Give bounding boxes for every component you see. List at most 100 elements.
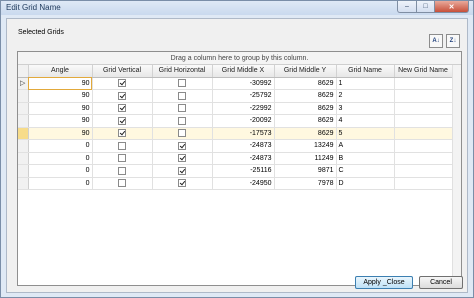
new-grid-name-cell[interactable] xyxy=(394,139,453,153)
angle-cell[interactable]: 90 xyxy=(28,114,93,128)
grid-middle-x-cell[interactable]: -20092 xyxy=(212,114,275,128)
grid-name-cell[interactable]: C xyxy=(336,164,395,178)
angle-cell[interactable]: 90 xyxy=(28,102,93,115)
grid-name-cell[interactable]: 3 xyxy=(336,102,395,115)
grid-middle-x-cell[interactable]: -17573 xyxy=(212,127,275,140)
grid-middle-x-cell[interactable]: -24873 xyxy=(212,152,275,165)
new-grid-name-cell[interactable] xyxy=(394,164,453,178)
grid-horizontal-checkbox[interactable] xyxy=(178,129,186,138)
grid-middle-x-cell[interactable]: -24950 xyxy=(212,177,275,190)
column-header-grid-middle-x[interactable]: Grid Middle X xyxy=(212,65,275,78)
grid-vertical-checkbox[interactable] xyxy=(118,116,126,125)
table-row[interactable]: 90 -17573 8629 5 xyxy=(18,127,453,140)
grid-middle-x-cell[interactable]: -25792 xyxy=(212,89,275,103)
new-grid-name-cell[interactable] xyxy=(394,127,453,140)
angle-cell[interactable]: 0 xyxy=(28,152,93,165)
table-row[interactable]: 90 -22992 8629 3 xyxy=(18,102,453,115)
table-row[interactable]: 90 -25792 8629 2 xyxy=(18,89,453,103)
column-header-grid-middle-y[interactable]: Grid Middle Y xyxy=(274,65,337,78)
grid-vertical-checkbox[interactable] xyxy=(118,91,126,100)
row-indicator[interactable] xyxy=(18,114,29,128)
grid-vertical-checkbox[interactable] xyxy=(118,141,126,150)
column-header-angle[interactable]: Angle xyxy=(28,65,93,78)
new-grid-name-cell[interactable] xyxy=(394,102,453,115)
edit-grid-name-dialog: Edit Grid Name – □ ✕ Selected Grids A↓ Z… xyxy=(0,0,474,298)
row-indicator[interactable] xyxy=(18,177,29,190)
new-grid-name-cell[interactable] xyxy=(394,89,453,103)
row-indicator[interactable] xyxy=(18,164,29,178)
grid-name-cell[interactable]: B xyxy=(336,152,395,165)
angle-cell[interactable]: 0 xyxy=(28,164,93,178)
grid-name-cell[interactable]: 4 xyxy=(336,114,395,128)
grid-middle-y-cell[interactable]: 13249 xyxy=(274,139,337,153)
table-row[interactable]: 90 -20092 8629 4 xyxy=(18,114,453,128)
row-indicator[interactable] xyxy=(18,139,29,153)
title-bar[interactable]: Edit Grid Name – □ ✕ xyxy=(1,1,473,15)
grid-name-cell[interactable]: A xyxy=(336,139,395,153)
row-indicator[interactable]: ▷ xyxy=(18,77,29,90)
new-grid-name-cell[interactable] xyxy=(394,152,453,165)
new-grid-name-cell[interactable] xyxy=(394,114,453,128)
sort-ascending-icon[interactable]: A↓ xyxy=(429,34,443,48)
grid-vertical-checkbox[interactable] xyxy=(118,79,126,88)
apply-close-button[interactable]: Apply _Close xyxy=(355,276,413,289)
grid-name-cell[interactable]: 2 xyxy=(336,89,395,103)
grid-horizontal-checkbox[interactable] xyxy=(178,141,186,150)
row-indicator[interactable] xyxy=(18,127,29,140)
table-row[interactable]: 0 -25116 9871 C xyxy=(18,164,453,178)
angle-cell[interactable]: 90 xyxy=(28,77,93,90)
grid-middle-y-cell[interactable]: 8629 xyxy=(274,102,337,115)
group-by-panel[interactable]: Drag a column here to group by this colu… xyxy=(18,52,461,65)
angle-cell[interactable]: 90 xyxy=(28,89,93,103)
grid-vertical-checkbox[interactable] xyxy=(118,104,126,113)
grid-horizontal-checkbox[interactable] xyxy=(178,79,186,88)
angle-cell[interactable]: 90 xyxy=(28,127,93,140)
table-row[interactable]: 0 -24873 11249 B xyxy=(18,152,453,165)
grid-name-cell[interactable]: 5 xyxy=(336,127,395,140)
table-row[interactable]: 0 -24873 13249 A xyxy=(18,139,453,153)
minimize-button[interactable]: – xyxy=(397,1,417,13)
row-indicator[interactable] xyxy=(18,89,29,103)
grid-middle-y-cell[interactable]: 8629 xyxy=(274,89,337,103)
grid-horizontal-checkbox[interactable] xyxy=(178,154,186,163)
grid-middle-x-cell[interactable]: -30992 xyxy=(212,77,275,90)
grid-middle-y-cell[interactable]: 8629 xyxy=(274,127,337,140)
grid-middle-x-cell[interactable]: -22992 xyxy=(212,102,275,115)
column-header-grid-name[interactable]: Grid Name xyxy=(336,65,395,78)
grid-name-cell[interactable]: D xyxy=(336,177,395,190)
column-header-new-grid-name[interactable]: New Grid Name xyxy=(394,65,453,78)
grid-name-cell[interactable]: 1 xyxy=(336,77,395,90)
grid-middle-x-cell[interactable]: -25116 xyxy=(212,164,275,178)
grid-horizontal-checkbox[interactable] xyxy=(178,116,186,125)
grid-middle-y-cell[interactable]: 7978 xyxy=(274,177,337,190)
grid-vertical-cell xyxy=(92,89,153,103)
grid-horizontal-checkbox[interactable] xyxy=(178,179,186,188)
maximize-button[interactable]: □ xyxy=(417,1,435,13)
row-indicator[interactable] xyxy=(18,102,29,115)
grid-middle-y-cell[interactable]: 11249 xyxy=(274,152,337,165)
grid-vertical-checkbox[interactable] xyxy=(118,154,126,163)
vertical-scrollbar[interactable] xyxy=(452,65,461,285)
grid-middle-x-cell[interactable]: -24873 xyxy=(212,139,275,153)
new-grid-name-cell[interactable] xyxy=(394,77,453,90)
table-row[interactable]: ▷ 90 -30992 8629 1 xyxy=(18,77,453,90)
grid-horizontal-checkbox[interactable] xyxy=(178,166,186,175)
row-indicator[interactable] xyxy=(18,152,29,165)
grid-vertical-checkbox[interactable] xyxy=(118,166,126,175)
grid-horizontal-checkbox[interactable] xyxy=(178,104,186,113)
grid-middle-y-cell[interactable]: 8629 xyxy=(274,114,337,128)
cancel-button[interactable]: Cancel xyxy=(419,276,463,289)
column-header-grid-vertical[interactable]: Grid Vertical xyxy=(92,65,153,78)
angle-cell[interactable]: 0 xyxy=(28,139,93,153)
angle-cell[interactable]: 0 xyxy=(28,177,93,190)
column-header-grid-horizontal[interactable]: Grid Horizontal xyxy=(152,65,213,78)
close-button[interactable]: ✕ xyxy=(435,1,469,13)
grid-horizontal-checkbox[interactable] xyxy=(178,91,186,100)
grid-middle-y-cell[interactable]: 9871 xyxy=(274,164,337,178)
grid-middle-y-cell[interactable]: 8629 xyxy=(274,77,337,90)
grid-vertical-checkbox[interactable] xyxy=(118,179,126,188)
grid-vertical-checkbox[interactable] xyxy=(118,129,126,138)
new-grid-name-cell[interactable] xyxy=(394,177,453,190)
table-row[interactable]: 0 -24950 7978 D xyxy=(18,177,453,190)
sort-descending-icon[interactable]: Z↓ xyxy=(446,34,460,48)
